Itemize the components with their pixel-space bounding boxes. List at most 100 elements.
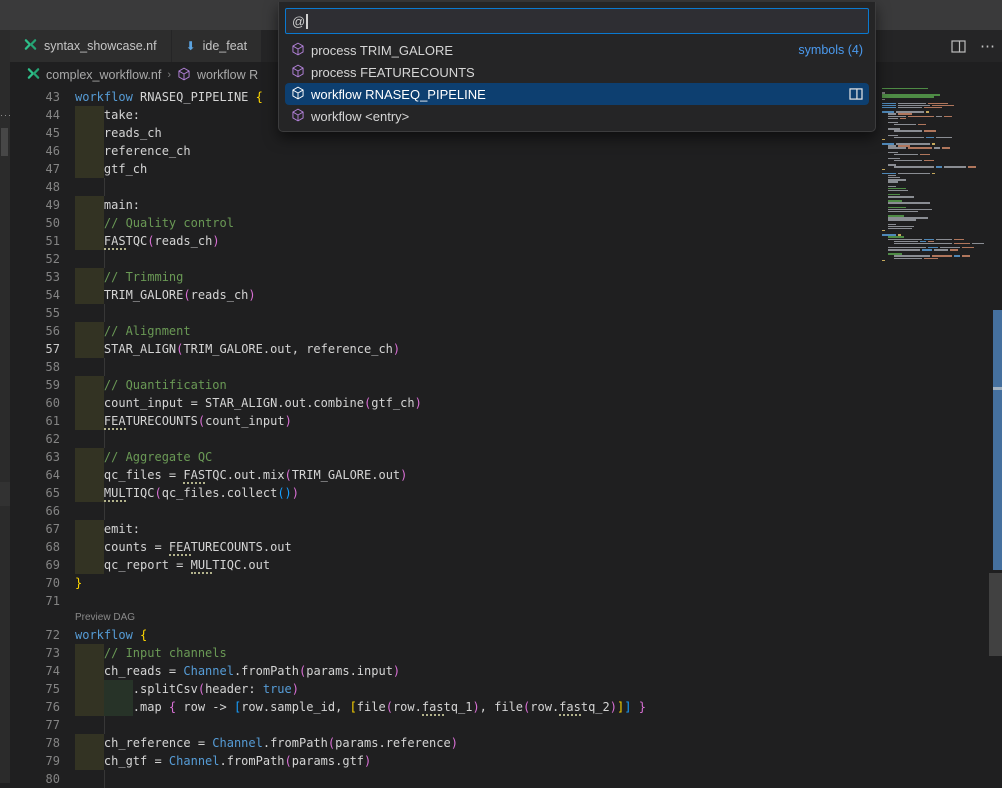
line-number[interactable]: 66	[10, 502, 60, 520]
code-line[interactable]: 75 .splitCsv(header: true)	[10, 680, 880, 698]
line-number[interactable]: 51	[10, 232, 60, 250]
code-line[interactable]: 79 ch_gtf = Channel.fromPath(params.gtf)	[10, 752, 880, 770]
line-number[interactable]: 79	[10, 752, 60, 770]
quick-open-item[interactable]: workflow <entry>	[285, 105, 869, 127]
breadcrumb-symbol[interactable]: workflow R	[197, 68, 258, 82]
symbol-module-icon	[291, 108, 305, 125]
code-line[interactable]: 66	[10, 502, 880, 520]
tab-ide-features[interactable]: ⬇ ide_feat	[172, 30, 262, 62]
line-number[interactable]: 78	[10, 734, 60, 752]
code-line[interactable]: 50 // Quality control	[10, 214, 880, 232]
minimap[interactable]	[882, 88, 982, 288]
download-arrow-icon: ⬇	[186, 40, 196, 52]
line-number[interactable]: 60	[10, 394, 60, 412]
line-number[interactable]: 63	[10, 448, 60, 466]
code-line[interactable]: 56 // Alignment	[10, 322, 880, 340]
line-number[interactable]: 72	[10, 626, 60, 644]
vertical-scrollbar-thumb[interactable]	[989, 573, 1002, 656]
tab-label: syntax_showcase.nf	[44, 39, 157, 53]
line-number[interactable]: 55	[10, 304, 60, 322]
code-line[interactable]: 48	[10, 178, 880, 196]
line-number[interactable]: 46	[10, 142, 60, 160]
quick-open-item[interactable]: process TRIM_GALOREsymbols (4)	[285, 39, 869, 61]
line-number[interactable]: 58	[10, 358, 60, 376]
more-icon[interactable]: ···	[0, 110, 10, 120]
line-number[interactable]: 57	[10, 340, 60, 358]
line-number[interactable]: 45	[10, 124, 60, 142]
line-number[interactable]: 69	[10, 556, 60, 574]
line-number[interactable]: 77	[10, 716, 60, 734]
code-editor[interactable]: 43workflow RNASEQ_PIPELINE {44 take:45 r…	[10, 88, 1002, 783]
open-to-side-icon[interactable]	[849, 88, 863, 100]
split-editor-icon[interactable]	[951, 40, 966, 53]
line-number[interactable]: 52	[10, 250, 60, 268]
tab-syntax-showcase[interactable]: syntax_showcase.nf	[10, 30, 171, 62]
code-line[interactable]: 51 FASTQC(reads_ch)	[10, 232, 880, 250]
code-line[interactable]: 62	[10, 430, 880, 448]
code-line[interactable]: 60 count_input = STAR_ALIGN.out.combine(…	[10, 394, 880, 412]
code-text: .splitCsv(header: true)	[75, 680, 299, 698]
code-line[interactable]: 52	[10, 250, 880, 268]
code-text: reads_ch	[75, 124, 162, 142]
line-number[interactable]: 74	[10, 662, 60, 680]
code-line[interactable]: 71	[10, 592, 880, 610]
line-number[interactable]: 49	[10, 196, 60, 214]
line-number[interactable]: 67	[10, 520, 60, 538]
line-number[interactable]: 68	[10, 538, 60, 556]
code-line[interactable]: 72workflow {	[10, 626, 880, 644]
code-line[interactable]: 80	[10, 770, 880, 788]
code-line[interactable]: 65 MULTIQC(qc_files.collect())	[10, 484, 880, 502]
code-line[interactable]: 76 .map { row -> [row.sample_id, [file(r…	[10, 698, 880, 716]
code-line[interactable]: 69 qc_report = MULTIQC.out	[10, 556, 880, 574]
line-number[interactable]: 80	[10, 770, 60, 788]
quick-open-input[interactable]: @	[285, 8, 869, 34]
code-line[interactable]: 64 qc_files = FASTQC.out.mix(TRIM_GALORE…	[10, 466, 880, 484]
code-line[interactable]: 68 counts = FEATURECOUNTS.out	[10, 538, 880, 556]
codelens-preview-dag[interactable]: Preview DAG	[75, 610, 135, 626]
code-line[interactable]: 58	[10, 358, 880, 376]
quick-open-item[interactable]: process FEATURECOUNTS	[285, 61, 869, 83]
code-line[interactable]: 53 // Trimming	[10, 268, 880, 286]
line-number[interactable]: 61	[10, 412, 60, 430]
strip-scroll-handle[interactable]	[1, 128, 8, 156]
code-line[interactable]: 55	[10, 304, 880, 322]
code-line[interactable]: 78 ch_reference = Channel.fromPath(param…	[10, 734, 880, 752]
code-line[interactable]: 46 reference_ch	[10, 142, 880, 160]
code-line[interactable]: 77	[10, 716, 880, 734]
code-text: ch_gtf = Channel.fromPath(params.gtf)	[75, 752, 371, 770]
code-line[interactable]: 61 FEATURECOUNTS(count_input)	[10, 412, 880, 430]
line-number[interactable]: 64	[10, 466, 60, 484]
line-number[interactable]: 75	[10, 680, 60, 698]
code-text: reference_ch	[75, 142, 191, 160]
code-line[interactable]: 70}	[10, 574, 880, 592]
code-line[interactable]: 54 TRIM_GALORE(reads_ch)	[10, 286, 880, 304]
breadcrumb-file[interactable]: complex_workflow.nf	[46, 68, 161, 82]
editor-actions: ⋯	[951, 30, 996, 62]
line-number[interactable]: 50	[10, 214, 60, 232]
line-number[interactable]: 53	[10, 268, 60, 286]
code-line[interactable]: 73 // Input channels	[10, 644, 880, 662]
line-number[interactable]: 48	[10, 178, 60, 196]
line-number[interactable]: 44	[10, 106, 60, 124]
line-number[interactable]: 71	[10, 592, 60, 610]
line-number[interactable]: 59	[10, 376, 60, 394]
line-number[interactable]: 56	[10, 322, 60, 340]
code-line[interactable]: 59 // Quantification	[10, 376, 880, 394]
line-number[interactable]: 47	[10, 160, 60, 178]
line-number[interactable]: 62	[10, 430, 60, 448]
code-line[interactable]: 63 // Aggregate QC	[10, 448, 880, 466]
code-line[interactable]: 74 ch_reads = Channel.fromPath(params.in…	[10, 662, 880, 680]
quick-open-item[interactable]: workflow RNASEQ_PIPELINE	[285, 83, 869, 105]
code-line[interactable]: 49 main:	[10, 196, 880, 214]
line-number[interactable]: 54	[10, 286, 60, 304]
line-number[interactable]: 73	[10, 644, 60, 662]
line-number[interactable]: 65	[10, 484, 60, 502]
strip-scroll-handle-secondary	[0, 482, 10, 506]
code-line[interactable]: 67 emit:	[10, 520, 880, 538]
code-line[interactable]: 57 STAR_ALIGN(TRIM_GALORE.out, reference…	[10, 340, 880, 358]
line-number[interactable]: 76	[10, 698, 60, 716]
code-line[interactable]: 47 gtf_ch	[10, 160, 880, 178]
line-number[interactable]: 43	[10, 88, 60, 106]
more-actions-icon[interactable]: ⋯	[980, 37, 996, 55]
line-number[interactable]: 70	[10, 574, 60, 592]
